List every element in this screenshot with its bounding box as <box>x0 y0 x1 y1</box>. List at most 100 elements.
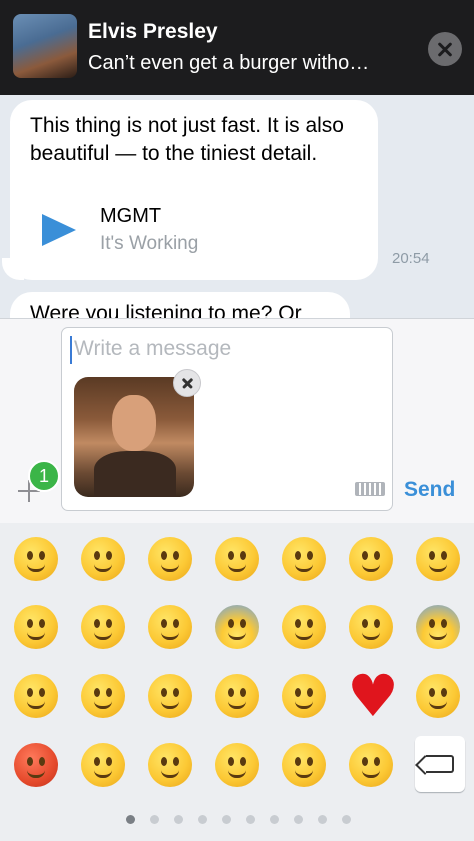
sleepy-emoji-icon[interactable] <box>215 743 259 787</box>
emoji-mouth <box>94 770 112 778</box>
emoji-eye <box>295 757 301 766</box>
emoji-eye <box>228 551 234 560</box>
text-cursor <box>70 336 72 364</box>
emoji-eye <box>161 619 167 628</box>
send-button[interactable]: Send <box>404 478 455 502</box>
notification-banner[interactable]: Elvis Presley Can’t even get a burger wi… <box>0 0 474 95</box>
page-dot[interactable] <box>342 815 351 824</box>
emoji-mouth <box>429 701 447 709</box>
bubble-tail <box>2 258 24 280</box>
emoji-mouth <box>295 564 313 572</box>
audio-title: MGMT <box>100 205 162 227</box>
emoji-eye <box>295 551 301 560</box>
emoji-mouth <box>27 564 45 572</box>
emoji-mouth <box>362 770 380 778</box>
emoji-eye <box>240 551 246 560</box>
keyboard-icon[interactable] <box>355 482 385 496</box>
message-text: This thing is not just fast. It is also … <box>30 114 344 165</box>
emoji-mouth <box>228 701 246 709</box>
emoji-mouth <box>161 632 179 640</box>
emoji-eye <box>106 551 112 560</box>
pensive-emoji-icon[interactable] <box>14 605 58 649</box>
emoji-mouth <box>362 564 380 572</box>
emoji-eye <box>161 551 167 560</box>
cold-sweat-emoji-icon[interactable] <box>416 605 460 649</box>
emoji-mouth <box>27 632 45 640</box>
stuck-out-tongue-closed-eyes-emoji-icon[interactable] <box>81 743 125 787</box>
remove-attachment-button[interactable] <box>173 369 201 397</box>
message-time: 20:54 <box>392 250 430 267</box>
dizzy-face-emoji-icon[interactable] <box>14 674 58 718</box>
emoji-mouth <box>295 701 313 709</box>
emoji-eye <box>429 688 435 697</box>
emoji-mouth <box>161 701 179 709</box>
emoji-eye <box>94 619 100 628</box>
backspace-key[interactable] <box>415 736 465 792</box>
kissing-heart-emoji-icon[interactable] <box>148 743 192 787</box>
relieved-emoji-icon[interactable] <box>282 605 326 649</box>
heart-emoji-icon[interactable] <box>347 662 399 730</box>
emoji-eye <box>106 757 112 766</box>
emoji-eye <box>362 551 368 560</box>
sender-avatar <box>13 14 77 78</box>
mask-emoji-icon[interactable] <box>148 674 192 718</box>
emoji-eye <box>173 619 179 628</box>
kissing-closed-eyes-emoji-icon[interactable] <box>282 674 326 718</box>
emoji-eye <box>27 688 33 697</box>
page-dot[interactable] <box>270 815 279 824</box>
page-dot[interactable] <box>150 815 159 824</box>
grin-emoji-icon[interactable] <box>349 605 393 649</box>
emoji-eye <box>173 688 179 697</box>
angry-emoji-icon[interactable] <box>416 674 460 718</box>
emoji-mouth <box>228 564 246 572</box>
play-icon[interactable] <box>42 214 76 246</box>
emoji-mouth <box>94 701 112 709</box>
emoji-eye <box>307 551 313 560</box>
page-dot[interactable] <box>318 815 327 824</box>
sob-emoji-icon[interactable] <box>148 605 192 649</box>
attached-photo-thumbnail[interactable] <box>74 377 194 497</box>
rage-emoji-icon[interactable] <box>14 743 58 787</box>
emoji-eye <box>240 619 246 628</box>
smirk-emoji-icon[interactable] <box>416 537 460 581</box>
flushed-emoji-icon[interactable] <box>81 674 125 718</box>
fearful-emoji-icon[interactable] <box>215 605 259 649</box>
emoji-eye <box>27 757 33 766</box>
emoji-mouth <box>429 632 447 640</box>
emoji-mouth <box>27 701 45 709</box>
page-dot[interactable] <box>222 815 231 824</box>
heart-eyes-emoji-icon[interactable] <box>282 537 326 581</box>
dismiss-notification-button[interactable] <box>428 32 462 66</box>
page-dot[interactable] <box>294 815 303 824</box>
emoji-eye <box>173 551 179 560</box>
worried-emoji-icon[interactable] <box>349 743 393 787</box>
emoji-eye <box>295 688 301 697</box>
backspace-icon <box>426 755 454 773</box>
emoji-eye <box>39 619 45 628</box>
attachment-count-badge: 1 <box>28 460 60 492</box>
disappointed-relieved-emoji-icon[interactable] <box>81 605 125 649</box>
page-dot[interactable] <box>126 815 135 824</box>
wink-emoji-icon[interactable] <box>148 537 192 581</box>
emoji-eye <box>374 757 380 766</box>
emoji-page-indicator <box>0 815 474 827</box>
emoji-eye <box>228 688 234 697</box>
page-dot[interactable] <box>246 815 255 824</box>
emoji-eye <box>362 619 368 628</box>
smile-emoji-icon[interactable] <box>14 537 58 581</box>
emoji-eye <box>39 688 45 697</box>
unamused-emoji-icon[interactable] <box>349 537 393 581</box>
joy-emoji-icon[interactable] <box>215 674 259 718</box>
emoji-eye <box>441 551 447 560</box>
blush-emoji-icon[interactable] <box>282 743 326 787</box>
emoji-mouth <box>94 632 112 640</box>
emoji-mouth <box>161 770 179 778</box>
emoji-eye <box>307 619 313 628</box>
emoji-eye <box>307 688 313 697</box>
grinning-emoji-icon[interactable] <box>81 537 125 581</box>
page-dot[interactable] <box>174 815 183 824</box>
emoji-eye <box>374 551 380 560</box>
emoji-eye <box>429 551 435 560</box>
stuck-out-tongue-winking-emoji-icon[interactable] <box>215 537 259 581</box>
page-dot[interactable] <box>198 815 207 824</box>
